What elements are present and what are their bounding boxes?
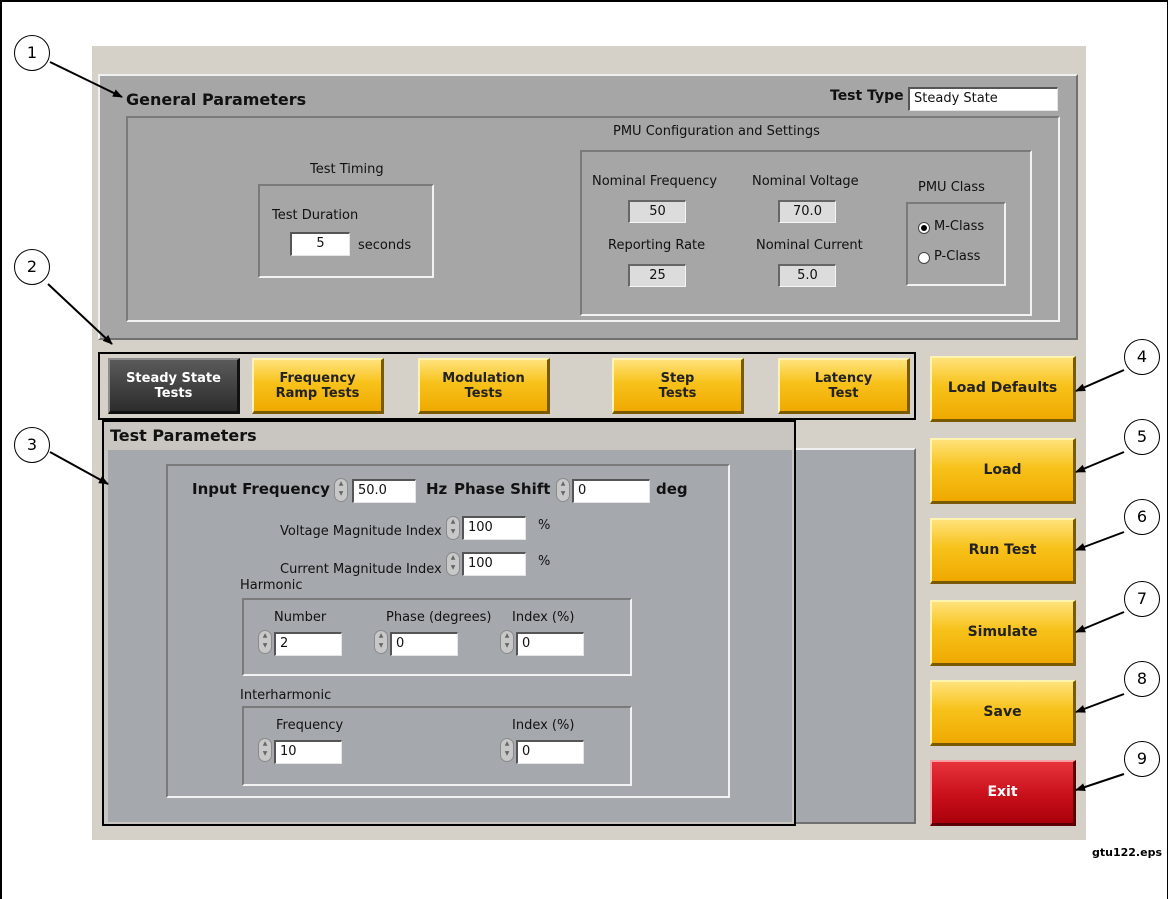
figure-id: gtu122.eps — [1092, 846, 1162, 859]
callout-4-leader — [1075, 369, 1125, 392]
callout-8-leader — [1075, 693, 1125, 713]
callout-leader-lines — [47, 61, 1125, 791]
callout-4: 4 — [1124, 339, 1160, 375]
callout-3-leader — [49, 451, 109, 485]
callout-3: 3 — [14, 427, 50, 463]
callout-9: 9 — [1124, 741, 1160, 777]
callout-1-leader — [49, 61, 123, 98]
callout-7-leader — [1075, 611, 1125, 633]
callout-6: 6 — [1124, 499, 1160, 535]
callout-2-leader — [47, 283, 113, 345]
callout-7: 7 — [1124, 581, 1160, 617]
callout-8: 8 — [1124, 661, 1160, 697]
callout-2: 2 — [14, 249, 50, 285]
callout-9-leader — [1075, 773, 1125, 791]
callout-6-leader — [1075, 531, 1125, 551]
callout-5: 5 — [1124, 419, 1160, 455]
callout-5-leader — [1075, 451, 1125, 473]
callout-1: 1 — [14, 35, 50, 71]
